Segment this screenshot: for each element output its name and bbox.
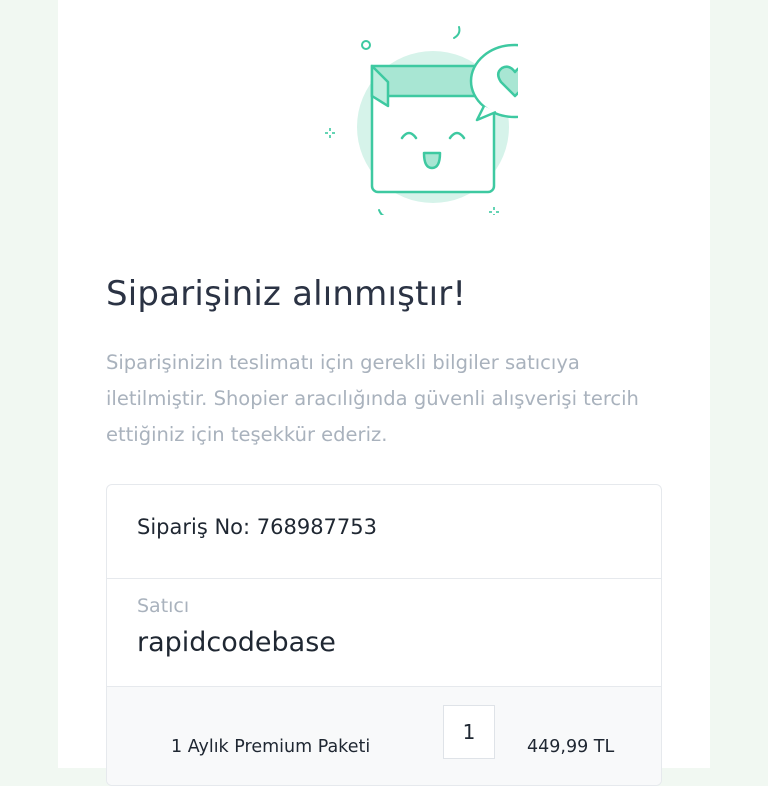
product-quantity: 1 [443,705,495,759]
order-summary-card: Sipariş No: 768987753 Satıcı rapidcodeba… [106,484,662,786]
seller-label: Satıcı [137,595,190,617]
order-number: Sipariş No: 768987753 [137,515,378,539]
sparkle-arc-icon [453,26,461,39]
product-name: 1 Aylık Premium Paketi [171,737,371,757]
seller-row: Satıcı rapidcodebase [107,579,661,687]
confirmation-description: Siparişinizin teslimatı için gerekli bil… [106,351,639,446]
order-number-row: Sipariş No: 768987753 [107,485,661,579]
happy-box-illustration [258,10,561,218]
seller-name: rapidcodebase [137,627,336,658]
sparkle-circle-icon [361,40,371,50]
box-smile [422,151,442,170]
sparkle-plus-icon [325,128,335,138]
product-price: 449,99 TL [527,737,615,757]
order-confirmation-page: Siparişiniz alınmıştır! Siparişinizin te… [58,0,710,786]
sparkle-arc-icon [378,209,390,218]
product-row: 1 Aylık Premium Paketi 1 449,99 TL [107,687,661,785]
happy-box-svg [325,26,561,218]
confirmation-title: Siparişiniz alınmıştır! [106,274,467,314]
sparkle-plus-icon [489,207,499,217]
